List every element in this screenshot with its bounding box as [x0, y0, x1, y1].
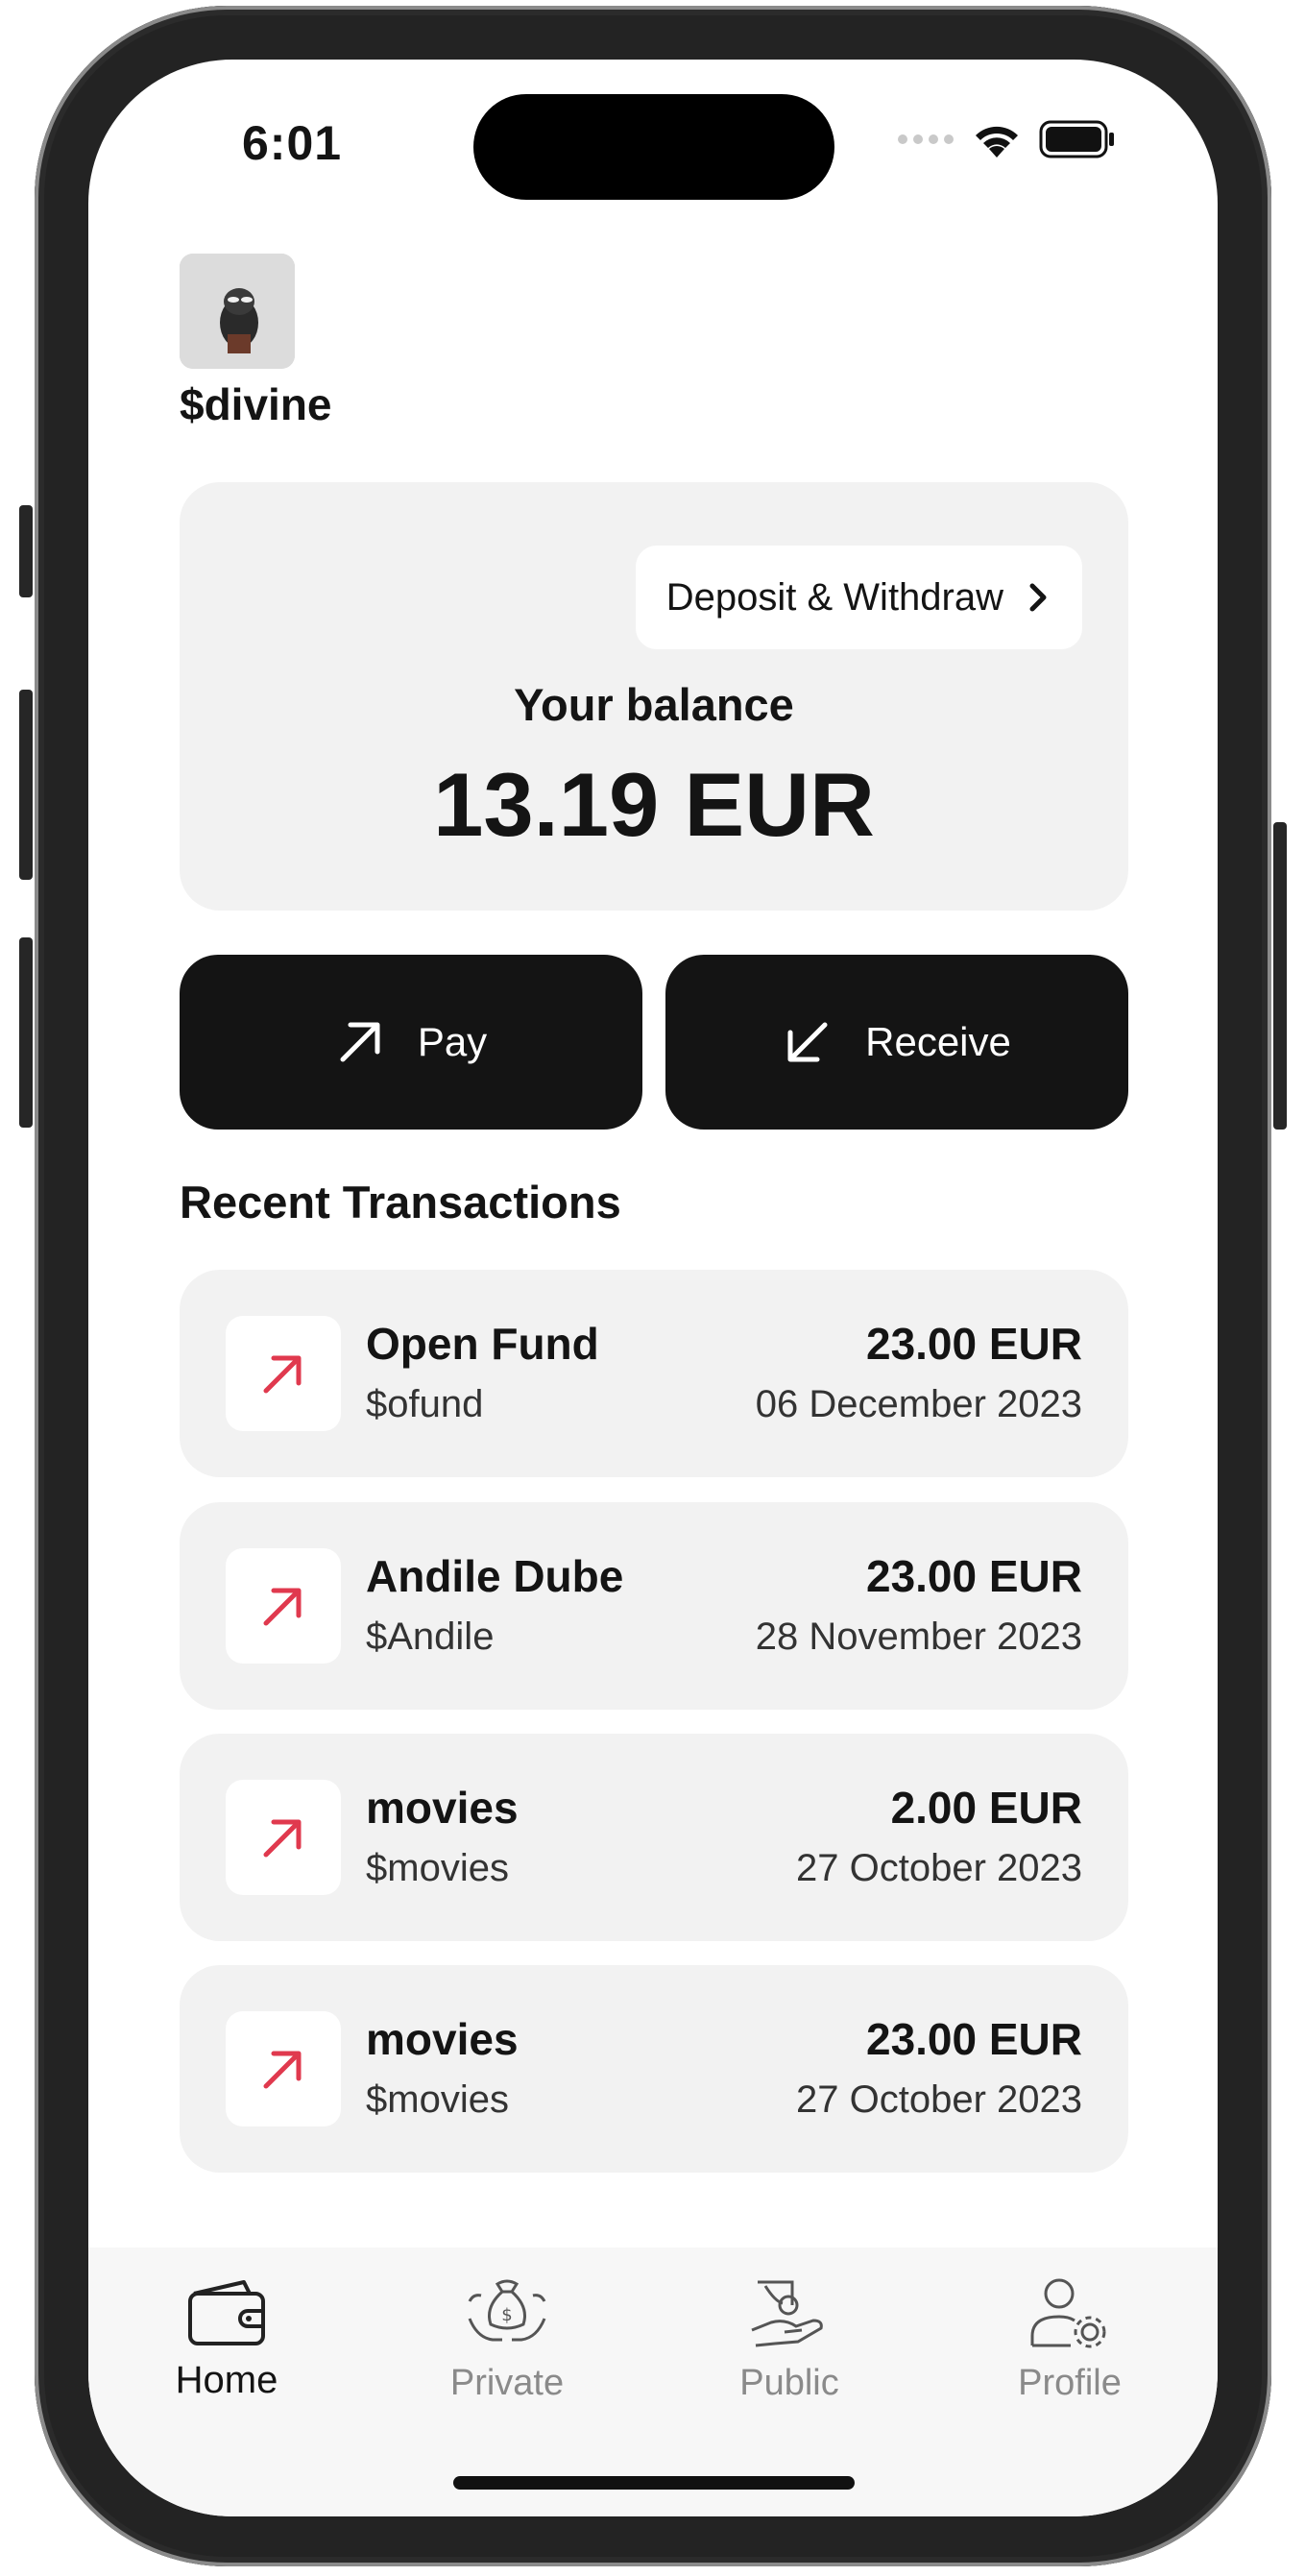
outgoing-arrow-icon — [226, 1316, 341, 1431]
pay-label: Pay — [417, 1019, 488, 1064]
transaction-amount: 23.00 EUR — [865, 1551, 1082, 1601]
wallet-icon — [188, 2280, 265, 2345]
hand-coin-icon — [751, 2280, 823, 2347]
transaction-row[interactable]: Open Fund $ofund 23.00 EUR 06 December 2… — [180, 1270, 1128, 1477]
pay-button[interactable]: Pay — [180, 955, 642, 1130]
transaction-date: 06 December 2023 — [755, 1383, 1082, 1425]
app-screen: 6:01 $divine Deposit & Withdraw Your bal… — [88, 60, 1218, 2516]
recent-transactions-title: Recent Transactions — [180, 1177, 621, 1227]
transaction-name: Open Fund — [366, 1319, 599, 1369]
transaction-date: 27 October 2023 — [796, 2078, 1082, 2121]
transaction-date: 28 November 2023 — [755, 1616, 1082, 1658]
transaction-amount: 23.00 EUR — [865, 1319, 1082, 1369]
status-time: 6:01 — [242, 116, 343, 170]
svg-text:$: $ — [501, 2305, 512, 2325]
transaction-row[interactable]: Andile Dube $Andile 23.00 EUR 28 Novembe… — [180, 1502, 1128, 1710]
volume-up-button — [19, 690, 33, 880]
dynamic-island — [473, 94, 834, 200]
home-indicator — [453, 2476, 855, 2490]
user-settings-icon — [1030, 2278, 1106, 2348]
battery-icon — [1039, 120, 1114, 158]
outgoing-arrow-icon — [226, 1780, 341, 1895]
transaction-amount: 2.00 EUR — [890, 1783, 1082, 1833]
power-button — [1273, 822, 1287, 1130]
tab-home[interactable]: Home — [131, 2276, 323, 2402]
balance-card: Deposit & Withdraw Your balance 13.19 EU… — [180, 482, 1128, 911]
arrow-down-left-icon — [787, 1022, 828, 1062]
tab-home-label: Home — [175, 2359, 278, 2401]
transaction-handle: $Andile — [366, 1616, 495, 1658]
money-bag-hands-icon: $ — [468, 2279, 546, 2342]
receive-label: Receive — [865, 1019, 1011, 1064]
mute-switch — [19, 505, 33, 597]
transaction-handle: $movies — [366, 2078, 509, 2121]
transaction-handle: $ofund — [366, 1383, 484, 1425]
balance-label: Your balance — [514, 679, 794, 730]
outgoing-arrow-icon — [226, 2011, 341, 2126]
receive-button[interactable]: Receive — [665, 955, 1128, 1130]
tab-public-label: Public — [739, 2363, 839, 2403]
status-icons — [897, 119, 1116, 159]
username: $divine — [180, 379, 332, 429]
chevron-right-icon — [1029, 583, 1047, 612]
tab-public[interactable]: Public — [693, 2276, 885, 2404]
transaction-amount: 23.00 EUR — [865, 2014, 1082, 2064]
signal-icon — [898, 134, 954, 144]
transaction-handle: $movies — [366, 1847, 509, 1889]
deposit-withdraw-label: Deposit & Withdraw — [665, 575, 1003, 619]
avatar-image — [180, 254, 295, 369]
transaction-name: Andile Dube — [366, 1551, 624, 1601]
tab-profile[interactable]: Profile — [974, 2276, 1166, 2404]
transaction-name: movies — [366, 2014, 519, 2064]
tab-profile-label: Profile — [1018, 2363, 1122, 2403]
transaction-row[interactable]: movies $movies 23.00 EUR 27 October 2023 — [180, 1965, 1128, 2173]
transaction-name: movies — [366, 1783, 519, 1833]
transaction-date: 27 October 2023 — [796, 1847, 1082, 1889]
tab-private[interactable]: $ Private — [411, 2276, 603, 2404]
balance-amount: 13.19 EUR — [433, 754, 875, 855]
arrow-up-right-icon — [340, 1022, 380, 1062]
wifi-icon — [976, 126, 1018, 158]
outgoing-arrow-icon — [226, 1548, 341, 1664]
transaction-row[interactable]: movies $movies 2.00 EUR 27 October 2023 — [180, 1734, 1128, 1941]
avatar[interactable] — [180, 254, 295, 369]
volume-down-button — [19, 937, 33, 1128]
tab-private-label: Private — [449, 2363, 565, 2403]
deposit-withdraw-button[interactable]: Deposit & Withdraw — [635, 546, 1082, 649]
